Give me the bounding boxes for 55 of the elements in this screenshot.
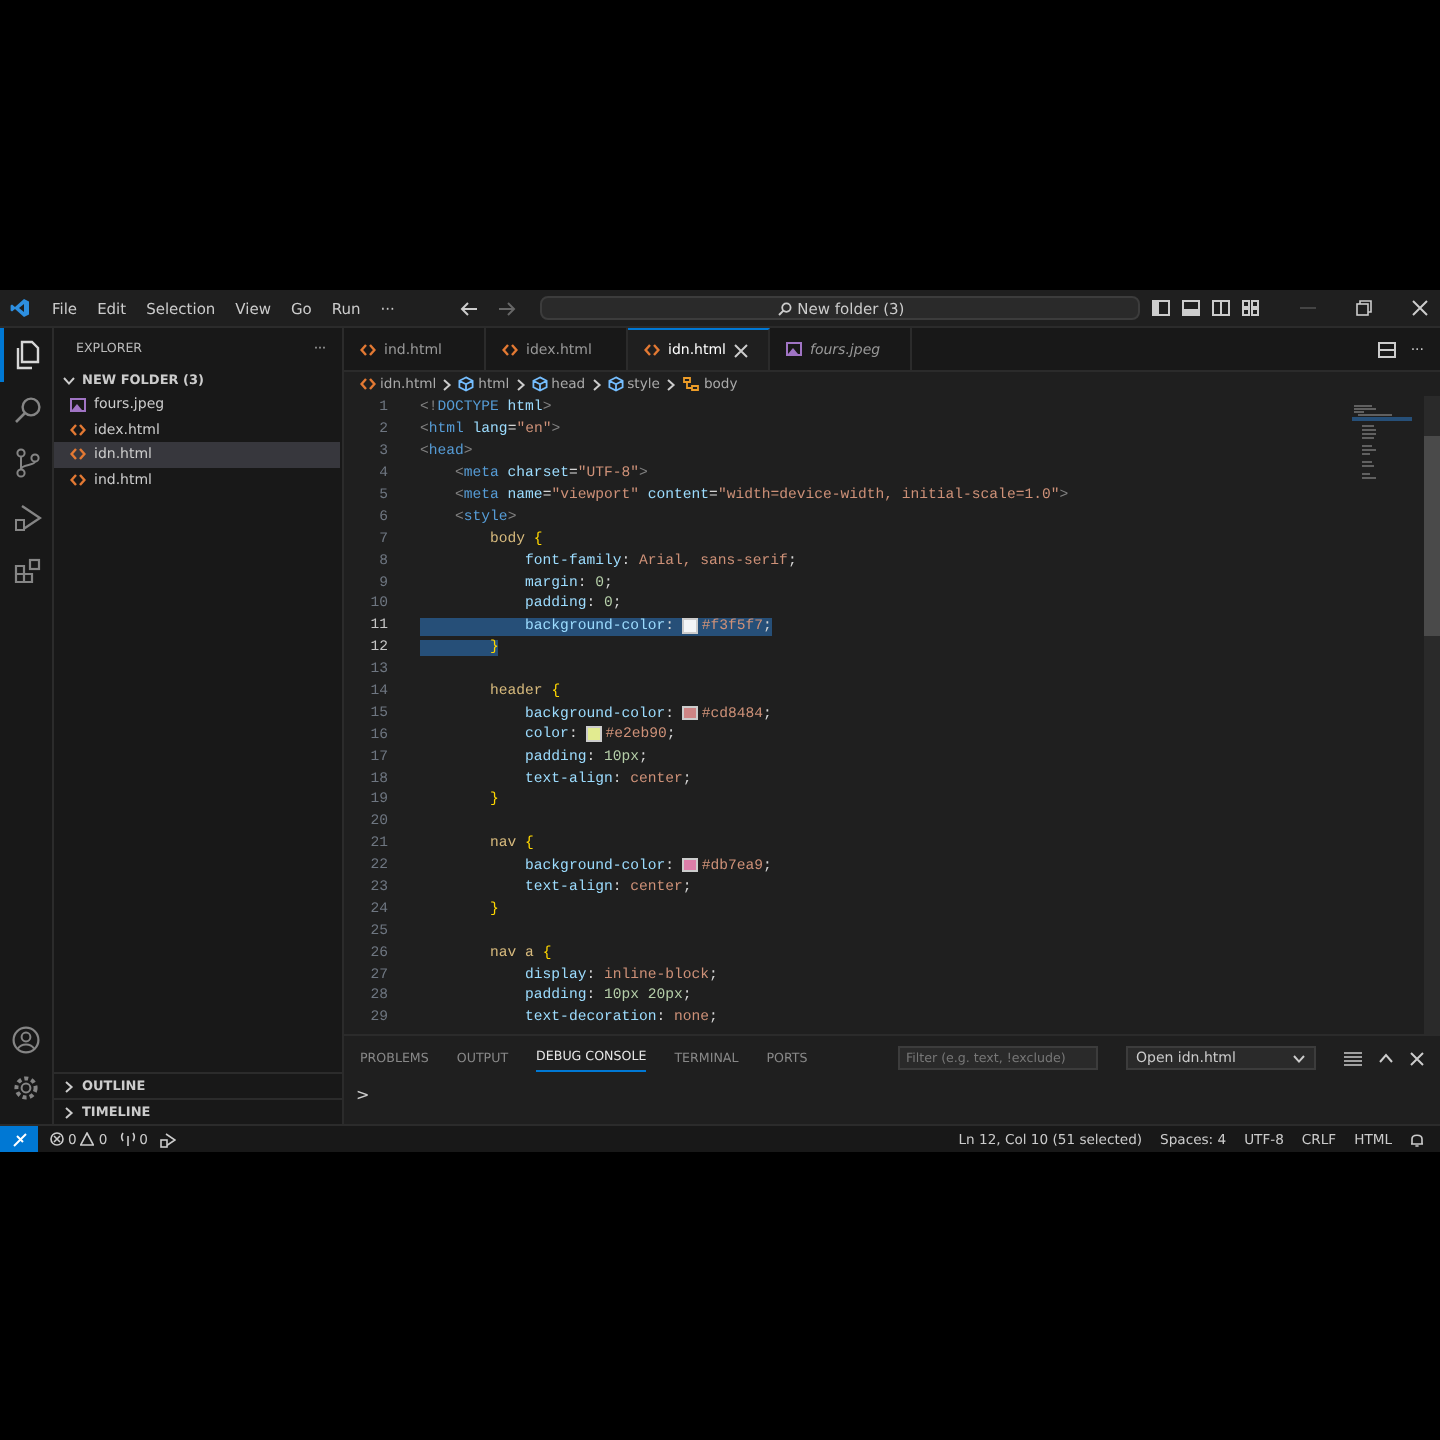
code-file-icon: [644, 344, 660, 356]
cube-icon: [531, 376, 548, 392]
code-file-icon: [360, 378, 376, 390]
code-file-icon: [360, 343, 376, 355]
sidebar-toggle-icon[interactable]: [1152, 300, 1170, 316]
bell-icon[interactable]: [1410, 1131, 1424, 1147]
error-icon: [50, 1132, 64, 1146]
split-editor-icon[interactable]: [1378, 341, 1397, 357]
files-icon[interactable]: [14, 340, 42, 370]
remote-button[interactable]: [0, 1126, 38, 1152]
code-file-icon: [70, 474, 86, 487]
separator-chevron-icon: [663, 377, 678, 391]
back-arrow-icon[interactable]: [460, 301, 479, 315]
code-file-icon: [70, 448, 86, 461]
color-swatch[interactable]: [586, 726, 602, 742]
settings-icon[interactable]: [12, 1074, 40, 1102]
extensions-icon[interactable]: [14, 557, 42, 585]
code-file-icon: [70, 423, 86, 436]
maximize-panel-icon[interactable]: [1378, 1052, 1394, 1064]
separator-chevron-icon: [589, 377, 604, 391]
app-logo-icon: [10, 298, 30, 318]
remote-icon: [11, 1131, 27, 1147]
minimap-drawing[interactable]: [1352, 404, 1412, 484]
layout-grid-icon[interactable]: [1242, 300, 1260, 316]
image-file-icon: [70, 397, 86, 412]
chevron-icon: [62, 373, 76, 387]
search-icon[interactable]: [14, 395, 42, 423]
console-prompt: >: [356, 1086, 370, 1104]
color-swatch[interactable]: [682, 705, 698, 721]
antenna-icon: [119, 1132, 136, 1146]
panel-toggle-icon[interactable]: [1182, 300, 1200, 316]
code-file-icon: [502, 343, 518, 355]
debug-icon[interactable]: [159, 1131, 176, 1147]
close-icon[interactable]: [1410, 1051, 1424, 1065]
close-icon[interactable]: [1412, 300, 1428, 316]
close-icon[interactable]: [734, 343, 748, 357]
scrollbar-thumb[interactable]: [1424, 436, 1440, 636]
selector-icon: [681, 376, 700, 392]
split-layout-icon[interactable]: [1212, 300, 1230, 316]
search-icon: [777, 301, 792, 315]
caret-icon: [1292, 1051, 1306, 1065]
image-file-icon: [786, 342, 802, 356]
account-icon[interactable]: [12, 1026, 40, 1054]
list-icon[interactable]: [1344, 1051, 1362, 1065]
run-debug-icon[interactable]: [14, 503, 42, 531]
warning-icon: [80, 1132, 95, 1146]
forward-arrow-icon[interactable]: [498, 301, 517, 315]
color-swatch[interactable]: [682, 857, 698, 873]
color-swatch[interactable]: [682, 618, 698, 634]
separator-chevron-icon: [440, 377, 455, 391]
source-control-icon[interactable]: [14, 448, 42, 478]
cube-icon: [607, 376, 624, 392]
restore-icon[interactable]: [1356, 300, 1372, 316]
cube-icon: [458, 376, 475, 392]
separator-chevron-icon: [513, 377, 528, 391]
